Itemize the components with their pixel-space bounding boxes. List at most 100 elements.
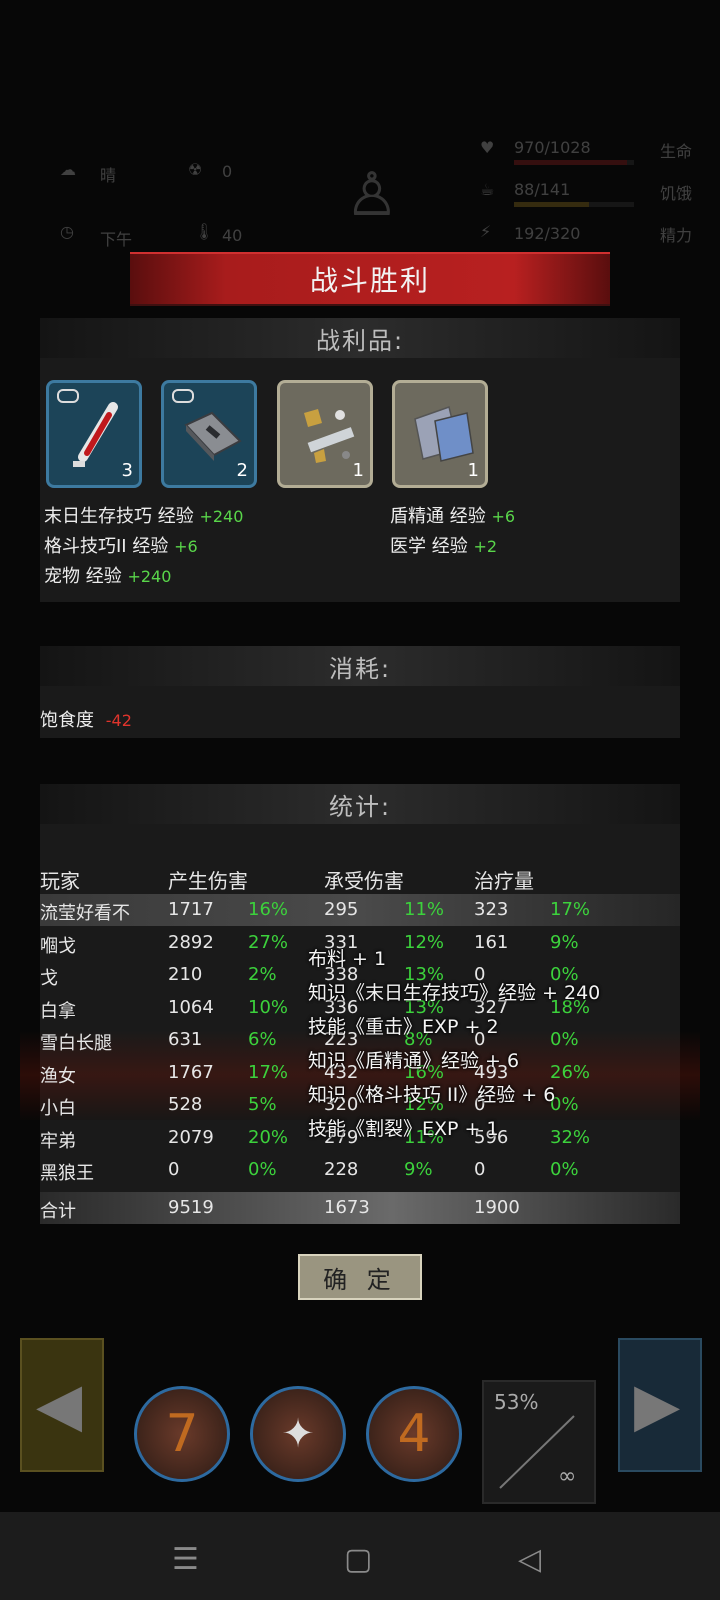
stats-cell-taken-pct: 9% <box>404 1159 433 1180</box>
metal-plate-icon <box>184 411 242 461</box>
hunger-icon: ☕ <box>480 180 495 199</box>
stats-cell-dealt-pct: 0% <box>248 1159 277 1180</box>
stats-cell-heal: 161 <box>474 931 509 953</box>
hunger-value: 88/141 <box>514 180 571 199</box>
back-icon[interactable]: ◁ <box>518 1542 541 1577</box>
loot-item-syringe[interactable]: 3 <box>46 380 142 488</box>
consume-value: -42 <box>105 711 132 730</box>
confirm-button[interactable]: 确 定 <box>298 1254 422 1300</box>
loot-item-cloth[interactable]: 1 <box>392 380 488 488</box>
reward-popup-line: 布料 + 1 <box>308 948 387 970</box>
consume-panel: 消耗: <box>40 646 680 738</box>
time-value: 下午 <box>100 230 133 249</box>
stats-cell-dealt: 1767 <box>168 1061 214 1083</box>
stats-cell-dealt-pct: 6% <box>248 1029 277 1050</box>
skill-slot-1[interactable]: 7 <box>134 1386 230 1482</box>
stats-cell-player: 牢弟 <box>40 1130 76 1152</box>
reward-popup-line: 知识《末日生存技巧》经验 + 240 <box>308 982 601 1004</box>
stats-row: 流莹好看不 1717 16% 295 11% 323 17% <box>40 894 680 926</box>
loot-heading: 战利品: <box>40 318 680 358</box>
stats-cell-dealt: 1064 <box>168 996 214 1018</box>
consume-line: 饱食度 -42 <box>40 706 132 732</box>
stats-cell-dealt: 210 <box>168 964 203 985</box>
stats-cell-heal-pct: 26% <box>550 1061 591 1083</box>
stats-cell-heal-pct: 17% <box>550 899 591 920</box>
radiation-value: 0 <box>222 162 233 181</box>
next-page-button[interactable]: ▶ <box>618 1338 702 1472</box>
stats-cell-player: 黑狼王 <box>40 1163 94 1184</box>
infinity-label: ∞ <box>558 1464 577 1489</box>
item-count: 1 <box>352 460 364 481</box>
stats-cell-heal: 323 <box>474 899 509 920</box>
cloth-icon <box>414 406 474 462</box>
arrow-right-icon: ▶ <box>634 1370 681 1440</box>
slot-progress: 53% <box>494 1390 539 1414</box>
menu-icon[interactable]: ☰ <box>172 1542 199 1577</box>
stats-cell-dealt-pct: 17% <box>248 1061 289 1083</box>
reward-popup-line: 知识《盾精通》经验 + 6 <box>308 1050 520 1072</box>
stats-cell-dealt-pct: 5% <box>248 1094 277 1115</box>
stats-row: 黑狼王 0 0% 228 9% 0 0% <box>40 1154 680 1186</box>
hunger-bar <box>514 202 589 207</box>
clock-icon: ◷ <box>60 222 74 241</box>
weather-value: 晴 <box>100 166 117 185</box>
stats-cell-dealt-pct: 2% <box>248 964 277 985</box>
loot-item-scrap-parts[interactable]: 1 <box>277 380 373 488</box>
syringe-icon <box>73 402 118 467</box>
loot-item-metal-plate[interactable]: 2 <box>161 380 257 488</box>
stats-cell-dealt-pct: 20% <box>248 1126 289 1148</box>
stats-cell-dealt: 1717 <box>168 899 214 920</box>
stats-cell-player: 小白 <box>40 1098 76 1119</box>
energy-value: 192/320 <box>514 224 581 243</box>
battle-victory-title: 战斗胜利 <box>309 264 430 297</box>
exp-line: 格斗技巧II 经验 +6 <box>44 536 198 557</box>
hp-label: 生命 <box>660 142 693 161</box>
item-count: 2 <box>236 460 248 481</box>
link-icon <box>172 389 194 403</box>
item-slot[interactable]: 53% ∞ <box>482 1380 596 1504</box>
exp-line: 宠物 经验 +240 <box>44 566 172 587</box>
stats-cell-heal-pct: 9% <box>550 931 579 953</box>
arrow-left-icon: ◀ <box>36 1370 83 1440</box>
stats-cell-player: 雪白长腿 <box>40 1033 112 1054</box>
prev-page-button[interactable]: ◀ <box>20 1338 104 1472</box>
stats-cell-dealt: 631 <box>168 1029 203 1050</box>
item-count: 3 <box>121 460 133 481</box>
stats-cell-dealt-pct: 16% <box>248 899 289 920</box>
skill-slot-3[interactable]: 4 <box>366 1386 462 1482</box>
body-figure-icon: ♙ <box>345 160 399 230</box>
skill-slot-2[interactable]: ✦ <box>250 1386 346 1482</box>
stats-cell-player: 白拿 <box>40 1000 76 1022</box>
stats-cell-taken: 228 <box>324 1159 359 1180</box>
stats-cell-taken: 295 <box>324 899 359 920</box>
status-hud: ☁ 晴 ☢ 0 ◷ 下午 🌡 40 ♙ ♥ 970/1028 生命 ☕ 88/1… <box>0 130 720 250</box>
stats-cell-heal: 0 <box>474 1159 486 1180</box>
exp-line: 盾精通 经验 +6 <box>390 506 516 527</box>
stats-heading: 统计: <box>40 784 680 824</box>
system-nav-bar: ☰ ▢ ◁ <box>0 1512 720 1600</box>
slash-skill-icon: ✦ <box>281 1411 315 1457</box>
stats-cell-heal-pct: 0% <box>550 1029 579 1050</box>
home-icon[interactable]: ▢ <box>344 1542 372 1577</box>
energy-icon: ⚡ <box>480 222 492 241</box>
stats-header-row: 玩家 产生伤害 承受伤害 治疗量 <box>40 869 534 893</box>
stats-cell-dealt: 2892 <box>168 931 214 953</box>
reward-popup-line: 知识《格斗技巧 II》经验 + 6 <box>308 1084 556 1106</box>
stats-cell-dealt-pct: 10% <box>248 996 289 1018</box>
weather-icon: ☁ <box>60 160 76 179</box>
energy-label: 精力 <box>660 226 693 245</box>
item-count: 1 <box>467 460 479 481</box>
stats-cell-player: 嗰戈 <box>40 935 76 957</box>
consume-heading: 消耗: <box>40 646 680 686</box>
exp-line: 末日生存技巧 经验 +240 <box>44 506 244 527</box>
heart-icon: ♥ <box>480 138 495 157</box>
stats-cell-dealt: 528 <box>168 1094 203 1115</box>
stats-cell-player: 戈 <box>40 968 58 989</box>
reward-popup-line: 技能《割裂》EXP + 1 <box>308 1118 499 1140</box>
consume-label: 饱食度 <box>40 710 94 731</box>
stats-cell-taken-pct: 12% <box>404 931 445 953</box>
hunger-label: 饥饿 <box>660 184 693 203</box>
stats-cell-dealt: 2079 <box>168 1126 214 1148</box>
radiation-icon: ☢ <box>188 160 203 179</box>
stats-cell-dealt-pct: 27% <box>248 931 289 953</box>
